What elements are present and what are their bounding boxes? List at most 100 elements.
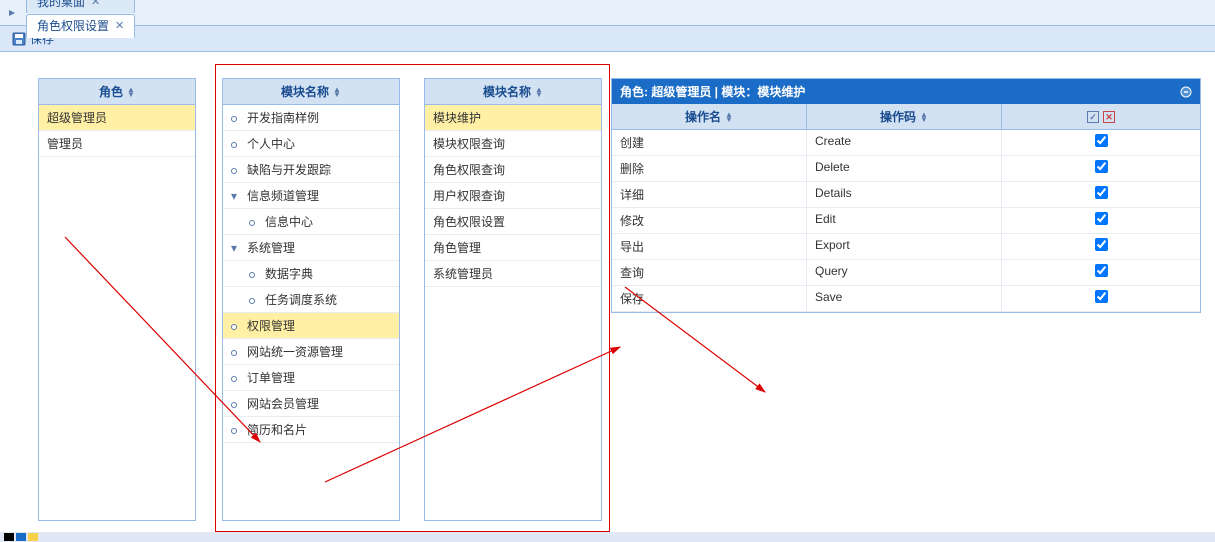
- theme-swatch-yellow[interactable]: [28, 533, 38, 541]
- chevron-down-icon[interactable]: ▾: [231, 241, 241, 255]
- module-row[interactable]: 角色管理: [425, 235, 601, 261]
- chevron-down-icon[interactable]: ▾: [231, 189, 241, 203]
- module-row[interactable]: ▾系统管理: [223, 235, 399, 261]
- module1-header[interactable]: 模块名称 ▲▼: [223, 79, 399, 105]
- op-check-cell: [1002, 208, 1200, 233]
- module-row[interactable]: 角色权限查询: [425, 157, 601, 183]
- bullet-icon[interactable]: [231, 345, 241, 359]
- role-panel: 角色 ▲▼ 超级管理员管理员: [38, 78, 196, 521]
- role-row[interactable]: 管理员: [39, 131, 195, 157]
- check-all-icon[interactable]: ✓: [1087, 111, 1099, 123]
- module-row[interactable]: 模块维护: [425, 105, 601, 131]
- module-row[interactable]: 简历和名片: [223, 417, 399, 443]
- module-row[interactable]: 开发指南样例: [223, 105, 399, 131]
- col-op-name[interactable]: 操作名 ▲▼: [612, 104, 807, 129]
- close-icon[interactable]: [1180, 86, 1192, 98]
- panels-area: 角色 ▲▼ 超级管理员管理员 模块名称 ▲▼ 开发指南样例个人中心缺陷与开发跟踪…: [0, 52, 1215, 542]
- app-root: 我的桌面✕角色权限设置✕ 保存 角色 ▲▼ 超级管理员管理员 模块名称 ▲: [0, 0, 1215, 542]
- bullet-icon[interactable]: [249, 267, 259, 281]
- op-checkbox[interactable]: [1095, 238, 1108, 251]
- op-checkbox[interactable]: [1095, 134, 1108, 147]
- uncheck-all-icon[interactable]: ✕: [1103, 111, 1115, 123]
- role-panel-header[interactable]: 角色 ▲▼: [39, 79, 195, 105]
- theme-swatch-blue[interactable]: [16, 533, 26, 541]
- sort-icon[interactable]: ▲▼: [920, 112, 928, 122]
- op-code-cell: Export: [807, 234, 1002, 259]
- sort-icon[interactable]: ▲▼: [333, 87, 341, 97]
- sort-icon[interactable]: ▲▼: [535, 87, 543, 97]
- module-row[interactable]: 任务调度系统: [223, 287, 399, 313]
- operations-columns: 操作名 ▲▼ 操作码 ▲▼ ✓ ✕: [612, 104, 1200, 130]
- tab-bar: 我的桌面✕角色权限设置✕: [0, 0, 1215, 26]
- op-name-cell: 导出: [612, 234, 807, 259]
- bullet-icon[interactable]: [231, 423, 241, 437]
- op-code-cell: Edit: [807, 208, 1002, 233]
- bullet-icon[interactable]: [249, 215, 259, 229]
- module-label: 网站统一资源管理: [247, 343, 343, 360]
- bullet-icon[interactable]: [231, 319, 241, 333]
- tab-expand-icon[interactable]: [4, 5, 20, 21]
- operation-row: 保存Save: [612, 286, 1200, 312]
- op-code-cell: Create: [807, 130, 1002, 155]
- op-checkbox[interactable]: [1095, 186, 1108, 199]
- module-row[interactable]: 订单管理: [223, 365, 399, 391]
- bullet-icon[interactable]: [231, 137, 241, 151]
- bullet-icon[interactable]: [231, 111, 241, 125]
- op-check-cell: [1002, 260, 1200, 285]
- operation-row: 查询Query: [612, 260, 1200, 286]
- bullet-icon[interactable]: [231, 163, 241, 177]
- col-op-checks: ✓ ✕: [1002, 104, 1200, 129]
- op-checkbox[interactable]: [1095, 290, 1108, 303]
- module-row[interactable]: 数据字典: [223, 261, 399, 287]
- bullet-icon[interactable]: [231, 371, 241, 385]
- op-name-cell: 修改: [612, 208, 807, 233]
- module-row[interactable]: 网站统一资源管理: [223, 339, 399, 365]
- op-name-cell: 详细: [612, 182, 807, 207]
- op-checkbox[interactable]: [1095, 212, 1108, 225]
- module-row[interactable]: ▾ 信息频道管理: [223, 183, 399, 209]
- module2-header[interactable]: 模块名称 ▲▼: [425, 79, 601, 105]
- module-panel-1: 模块名称 ▲▼ 开发指南样例个人中心缺陷与开发跟踪 ▾ 信息频道管理信息中心▾系统管…: [222, 78, 400, 521]
- module-row[interactable]: 角色权限设置: [425, 209, 601, 235]
- sort-icon[interactable]: ▲▼: [725, 112, 733, 122]
- op-code-cell: Details: [807, 182, 1002, 207]
- module1-list: 开发指南样例个人中心缺陷与开发跟踪 ▾ 信息频道管理信息中心▾系统管理数据字典任务调…: [223, 105, 399, 520]
- role-row[interactable]: 超级管理员: [39, 105, 195, 131]
- module-row[interactable]: 缺陷与开发跟踪: [223, 157, 399, 183]
- module-label: 订单管理: [247, 369, 295, 386]
- op-check-cell: [1002, 182, 1200, 207]
- operations-panel: 角色: 超级管理员 | 模块：模块维护 操作名 ▲▼ 操作码 ▲▼ ✓ ✕: [611, 78, 1201, 313]
- op-checkbox[interactable]: [1095, 264, 1108, 277]
- sort-icon[interactable]: ▲▼: [127, 87, 135, 97]
- module-label: 任务调度系统: [265, 291, 337, 308]
- op-check-cell: [1002, 234, 1200, 259]
- op-checkbox[interactable]: [1095, 160, 1108, 173]
- bullet-icon[interactable]: [249, 293, 259, 307]
- module-label: 简历和名片: [247, 421, 307, 438]
- module-label: 数据字典: [265, 265, 313, 282]
- operations-header: 角色: 超级管理员 | 模块：模块维护: [612, 79, 1200, 104]
- tab-1[interactable]: 角色权限设置 ✕: [26, 14, 135, 38]
- module-row[interactable]: 模块权限查询: [425, 131, 601, 157]
- module-row[interactable]: 权限管理: [223, 313, 399, 339]
- tab-0[interactable]: 我的桌面✕: [26, 0, 135, 13]
- save-icon: [12, 32, 26, 46]
- module-row[interactable]: 个人中心: [223, 131, 399, 157]
- theme-swatch-black[interactable]: [4, 533, 14, 541]
- op-check-cell: [1002, 156, 1200, 181]
- module-label: 信息频道管理: [247, 187, 319, 204]
- role-header-label: 角色: [99, 83, 123, 100]
- bullet-icon[interactable]: [231, 397, 241, 411]
- module-label: 缺陷与开发跟踪: [247, 161, 331, 178]
- module-row[interactable]: 信息中心: [223, 209, 399, 235]
- module-row[interactable]: 用户权限查询: [425, 183, 601, 209]
- module-label: 个人中心: [247, 135, 295, 152]
- module-row[interactable]: 系统管理员: [425, 261, 601, 287]
- close-icon[interactable]: ✕: [115, 19, 124, 32]
- col-op-code[interactable]: 操作码 ▲▼: [807, 104, 1002, 129]
- module-row[interactable]: 网站会员管理: [223, 391, 399, 417]
- tab-label: 角色权限设置: [37, 17, 109, 34]
- op-code-cell: Save: [807, 286, 1002, 311]
- close-icon[interactable]: ✕: [91, 0, 100, 8]
- module-label: 权限管理: [247, 317, 295, 334]
